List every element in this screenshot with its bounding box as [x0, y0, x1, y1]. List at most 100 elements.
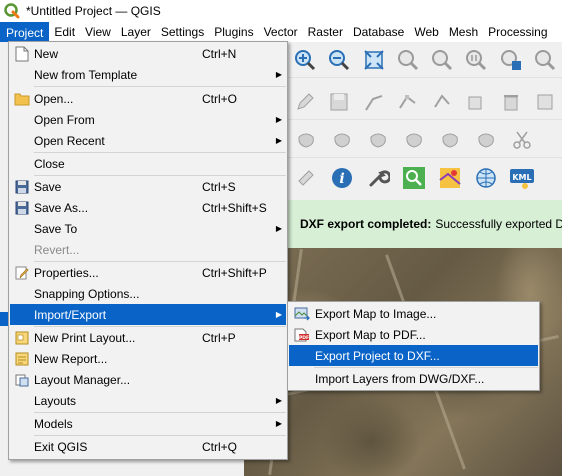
submenu-item-export-project-to-dxf[interactable]: Export Project to DXF... [289, 345, 538, 366]
zoom-native-icon[interactable] [463, 46, 489, 74]
menu-item-label: New [34, 46, 59, 61]
menu-view[interactable]: View [80, 22, 116, 42]
node-tool-icon[interactable] [429, 88, 455, 116]
menu-item-shortcut: Ctrl+O [202, 91, 238, 106]
menu-item-label: New Report... [34, 351, 108, 366]
menu-item-label: Save As... [34, 200, 89, 215]
save-edits-icon[interactable] [326, 88, 352, 116]
floppy-disk-icon [10, 176, 34, 197]
menu-item-save-to[interactable]: Save To ▶ [10, 218, 286, 239]
menu-item-revert[interactable]: Revert... [10, 239, 286, 260]
submenu-item-import-layers-from-dwg-dxf[interactable]: Import Layers from DWG/DXF... [289, 368, 538, 389]
message-title: DXF export completed: [300, 217, 432, 231]
menu-item-properties[interactable]: Properties... Ctrl+Shift+P [10, 262, 286, 283]
kml-icon[interactable]: KML [508, 164, 536, 192]
zoom-full-icon[interactable] [361, 46, 387, 74]
folder-open-icon [10, 88, 34, 109]
shape-tool-icon-2[interactable] [328, 126, 356, 154]
map-navigation-toolbar [288, 42, 562, 78]
submenu-item-label: Export Map to Image... [315, 306, 437, 321]
menu-item-new[interactable]: New Ctrl+N [10, 43, 286, 64]
chevron-right-icon: ▶ [275, 115, 283, 124]
menu-item-label: Close [34, 156, 65, 171]
submenu-item-label: Export Project to DXF... [315, 348, 440, 363]
message-bar: DXF export completed: Successfully expor… [288, 200, 562, 248]
chevron-right-icon: ▶ [275, 396, 283, 405]
menu-item-snapping-options[interactable]: Snapping Options... [10, 283, 286, 304]
globe-icon[interactable] [472, 164, 500, 192]
menu-project[interactable]: Project [0, 22, 50, 42]
shape-tool-icon-5[interactable] [436, 126, 464, 154]
submenu-item-export-map-to-pdf[interactable]: PDF Export Map to PDF... [289, 324, 538, 345]
menu-item-label: Import/Export [34, 307, 107, 322]
menu-raster[interactable]: Raster [303, 22, 348, 42]
vertex-tool-icon[interactable] [395, 88, 421, 116]
title-bar: *Untitled Project — QGIS [0, 0, 562, 22]
menu-item-save-as[interactable]: Save As... Ctrl+Shift+S [10, 197, 286, 218]
shape-tool-icon-3[interactable] [364, 126, 392, 154]
add-line-icon[interactable] [361, 88, 387, 116]
submenu-item-label: Export Map to PDF... [315, 327, 426, 342]
export-pdf-icon: PDF [289, 324, 315, 345]
menu-item-models[interactable]: Models ▶ [10, 413, 286, 434]
menu-item-import-export[interactable]: Import/Export ▶ [10, 304, 286, 325]
info-icon[interactable]: i [328, 164, 356, 192]
zoom-to-layer-icon[interactable] [429, 46, 455, 74]
new-report-icon [10, 348, 34, 369]
qgis-logo-icon [4, 3, 20, 19]
menu-vector[interactable]: Vector [259, 22, 303, 42]
menu-item-save[interactable]: Save Ctrl+S [10, 176, 286, 197]
shape-tool-icon-1[interactable] [292, 126, 320, 154]
window-title: *Untitled Project — QGIS [26, 4, 161, 18]
delete-selected-icon[interactable] [498, 88, 524, 116]
export-image-icon [289, 303, 315, 324]
edit-pencil-icon[interactable] [292, 88, 318, 116]
toolbar-area: i KML [288, 42, 562, 197]
menu-database[interactable]: Database [348, 22, 409, 42]
menu-settings[interactable]: Settings [156, 22, 209, 42]
shape-tool-icon-4[interactable] [400, 126, 428, 154]
menu-item-close[interactable]: Close [10, 153, 286, 174]
menu-separator [34, 86, 286, 87]
menu-item-open[interactable]: Open... Ctrl+O [10, 88, 286, 109]
menu-web[interactable]: Web [409, 22, 443, 42]
map-style-icon[interactable] [436, 164, 464, 192]
wrench-icon[interactable] [364, 164, 392, 192]
menu-item-open-recent[interactable]: Open Recent ▶ [10, 130, 286, 151]
menu-item-layouts[interactable]: Layouts ▶ [10, 390, 286, 411]
search-green-icon[interactable] [400, 164, 428, 192]
zoom-to-selection-icon[interactable] [395, 46, 421, 74]
menu-item-label: New Print Layout... [34, 330, 136, 345]
menu-item-new-print-layout[interactable]: New Print Layout... Ctrl+P [10, 327, 286, 348]
menu-layer[interactable]: Layer [116, 22, 156, 42]
menu-plugins[interactable]: Plugins [209, 22, 258, 42]
zoom-in-icon[interactable] [292, 46, 318, 74]
menu-item-layout-manager[interactable]: Layout Manager... [10, 369, 286, 390]
menu-item-label: Properties... [34, 265, 99, 280]
scissors-icon[interactable] [508, 126, 536, 154]
menu-item-new-report[interactable]: New Report... [10, 348, 286, 369]
zoom-next-icon[interactable] [532, 46, 558, 74]
menu-processing[interactable]: Processing [483, 22, 552, 42]
menu-mesh[interactable]: Mesh [444, 22, 483, 42]
copy-features-icon[interactable] [463, 88, 489, 116]
zoom-out-icon[interactable] [326, 46, 352, 74]
cut-features-icon[interactable] [532, 88, 558, 116]
shape-tool-icon-6[interactable] [472, 126, 500, 154]
menu-item-exit-qgis[interactable]: Exit QGIS Ctrl+Q [10, 436, 286, 457]
chevron-right-icon: ▶ [275, 136, 283, 145]
svg-text:KML: KML [512, 173, 531, 182]
menu-item-shortcut: Ctrl+Shift+P [202, 265, 267, 280]
menu-edit[interactable]: Edit [49, 22, 80, 42]
menu-item-label: Open... [34, 91, 74, 106]
pan-to-selection-icon[interactable] [292, 164, 320, 192]
menu-item-new-from-template[interactable]: New from Template ▶ [10, 64, 286, 85]
menu-item-shortcut: Ctrl+P [202, 330, 236, 345]
submenu-item-export-map-to-image[interactable]: Export Map to Image... [289, 303, 538, 324]
chevron-right-icon: ▶ [275, 70, 283, 79]
zoom-last-icon[interactable] [498, 46, 524, 74]
chevron-right-icon: ▶ [275, 419, 283, 428]
menu-item-label: Save To [34, 221, 78, 236]
menu-item-open-from[interactable]: Open From ▶ [10, 109, 286, 130]
menu-item-shortcut: Ctrl+Shift+S [202, 200, 267, 215]
